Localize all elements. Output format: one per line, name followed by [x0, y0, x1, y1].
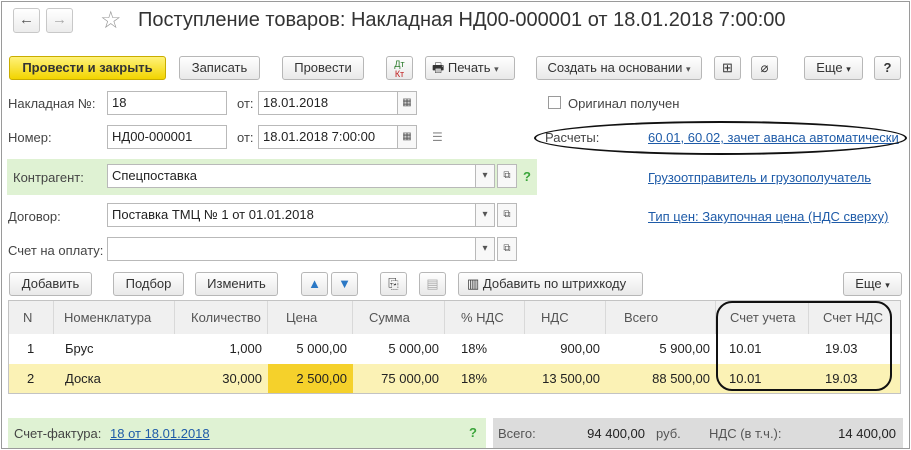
cell-price: 2 500,00: [296, 371, 347, 386]
original-received-checkbox[interactable]: [548, 96, 561, 109]
pick-button[interactable]: Подбор: [113, 272, 184, 296]
chevron-down-icon: ▾: [685, 64, 691, 74]
cell-sum: 5 000,00: [388, 341, 439, 356]
help-icon[interactable]: ?: [469, 425, 477, 440]
price-type-link[interactable]: Тип цен: Закупочная цена (НДС сверху): [648, 209, 888, 224]
list-lines-icon[interactable]: ☰: [432, 130, 443, 144]
save-button[interactable]: Записать: [179, 56, 260, 80]
change-button[interactable]: Изменить: [195, 272, 278, 296]
invoice-number-label: Накладная №:: [8, 96, 96, 111]
original-received-label: Оригинал получен: [568, 96, 680, 111]
cell-quantity: 30,000: [222, 371, 262, 386]
cell-sum: 75 000,00: [381, 371, 439, 386]
chevron-down-icon[interactable]: ▾: [475, 203, 495, 227]
chevron-down-icon: ▾: [846, 64, 851, 74]
copy-icon[interactable]: ⎘: [380, 272, 407, 296]
counterparty-label: Контрагент:: [13, 170, 84, 185]
open-icon[interactable]: ⧉: [497, 237, 517, 261]
more-button[interactable]: Еще ▾: [804, 56, 863, 80]
open-icon[interactable]: ⧉: [497, 164, 517, 188]
paste-icon[interactable]: ▤: [419, 272, 446, 296]
cell-nomenclature: Доска: [65, 371, 101, 386]
highlight-ellipse: [534, 121, 907, 155]
help-icon[interactable]: ?: [523, 169, 531, 184]
structure-icon[interactable]: ⊞: [714, 56, 741, 80]
print-button[interactable]: 🖶 Печать ▾: [425, 56, 515, 80]
cell-n: 2: [27, 371, 35, 386]
vat-total-value: 14 400,00: [838, 426, 896, 441]
create-based-on-button[interactable]: Создать на основании ▾: [536, 56, 702, 80]
page-title: Поступление товаров: Накладная НД00-0000…: [138, 9, 786, 31]
invoice-date-from-label: от:: [237, 96, 254, 111]
shipper-consignee-link[interactable]: Грузоотправитель и грузополучатель: [648, 170, 871, 185]
paperclip-icon[interactable]: ⌀: [751, 56, 778, 80]
add-row-button[interactable]: Добавить: [9, 272, 92, 296]
payment-invoice-field[interactable]: [107, 237, 476, 261]
cell-nomenclature: Брус: [65, 341, 94, 356]
number-field[interactable]: НД00-000001: [107, 125, 227, 149]
chevron-down-icon[interactable]: ▾: [475, 237, 495, 261]
column-header[interactable]: Номенклатура: [54, 301, 175, 334]
calendar-icon[interactable]: ▦: [397, 91, 417, 115]
printer-icon: 🖶: [432, 60, 445, 75]
back-arrow-icon[interactable]: ←: [13, 8, 40, 33]
cell-vat-rate: 18%: [461, 341, 488, 356]
total-label: Всего:: [498, 426, 536, 441]
column-header[interactable]: N: [9, 301, 54, 334]
kt-label: Кт: [394, 69, 405, 79]
chevron-down-icon[interactable]: ▾: [475, 164, 495, 188]
print-label: Печать: [447, 60, 491, 75]
contract-field[interactable]: Поставка ТМЦ № 1 от 01.01.2018: [107, 203, 476, 227]
barcode-icon: ▥: [467, 276, 480, 291]
document-datetime-field[interactable]: 18.01.2018 7:00:00: [258, 125, 398, 149]
highlight-box: [716, 301, 892, 391]
column-header[interactable]: Цена: [268, 301, 353, 334]
total-value: 94 400,00: [587, 426, 645, 441]
move-up-icon[interactable]: ▲: [301, 272, 328, 296]
chevron-down-icon: ▾: [494, 64, 499, 74]
column-header[interactable]: Сумма: [353, 301, 445, 334]
column-header[interactable]: % НДС: [445, 301, 525, 334]
vat-total-label: НДС (в т.ч.):: [709, 426, 782, 441]
currency-label: руб.: [656, 426, 681, 441]
open-icon[interactable]: ⧉: [497, 203, 517, 227]
cell-vat: 900,00: [560, 341, 600, 356]
cell-vat: 13 500,00: [542, 371, 600, 386]
invoice-date-field[interactable]: 18.01.2018: [258, 91, 398, 115]
invoice-number-field[interactable]: 18: [107, 91, 227, 115]
table-more-label: Еще: [855, 276, 882, 291]
cell-total: 88 500,00: [652, 371, 710, 386]
post-and-close-button[interactable]: Провести и закрыть: [9, 56, 166, 80]
column-header[interactable]: НДС: [525, 301, 606, 334]
column-header[interactable]: Количество: [175, 301, 268, 334]
number-from-label: от:: [237, 130, 254, 145]
dt-kt-report-button[interactable]: Дт Кт: [386, 56, 413, 80]
move-down-icon[interactable]: ▼: [331, 272, 358, 296]
number-label: Номер:: [8, 130, 52, 145]
table-more-button[interactable]: Еще ▾: [843, 272, 902, 296]
calendar-icon[interactable]: ▦: [397, 125, 417, 149]
add-by-barcode-label: Добавить по штрихкоду: [482, 276, 627, 291]
star-icon[interactable]: ☆: [100, 6, 122, 35]
dt-label: Дт: [394, 59, 405, 69]
contract-label: Договор:: [8, 209, 61, 224]
help-button[interactable]: ?: [874, 56, 901, 80]
cell-quantity: 1,000: [229, 341, 262, 356]
forward-arrow-icon[interactable]: →: [46, 8, 73, 33]
chevron-down-icon: ▾: [885, 280, 890, 290]
cell-vat-rate: 18%: [461, 371, 488, 386]
counterparty-field[interactable]: Спецпоставка: [107, 164, 476, 188]
post-button[interactable]: Провести: [282, 56, 364, 80]
cell-total: 5 900,00: [659, 341, 710, 356]
add-by-barcode-button[interactable]: ▥ Добавить по штрихкоду: [458, 272, 643, 296]
invoice-label: Счет-фактура:: [14, 426, 102, 441]
column-header[interactable]: Всего: [606, 301, 716, 334]
invoice-link[interactable]: 18 от 18.01.2018: [110, 426, 210, 441]
create-based-label: Создать на основании: [547, 60, 683, 75]
payment-invoice-label: Счет на оплату:: [8, 243, 104, 258]
cell-price: 5 000,00: [296, 341, 347, 356]
cell-n: 1: [27, 341, 35, 356]
more-label: Еще: [816, 60, 843, 75]
